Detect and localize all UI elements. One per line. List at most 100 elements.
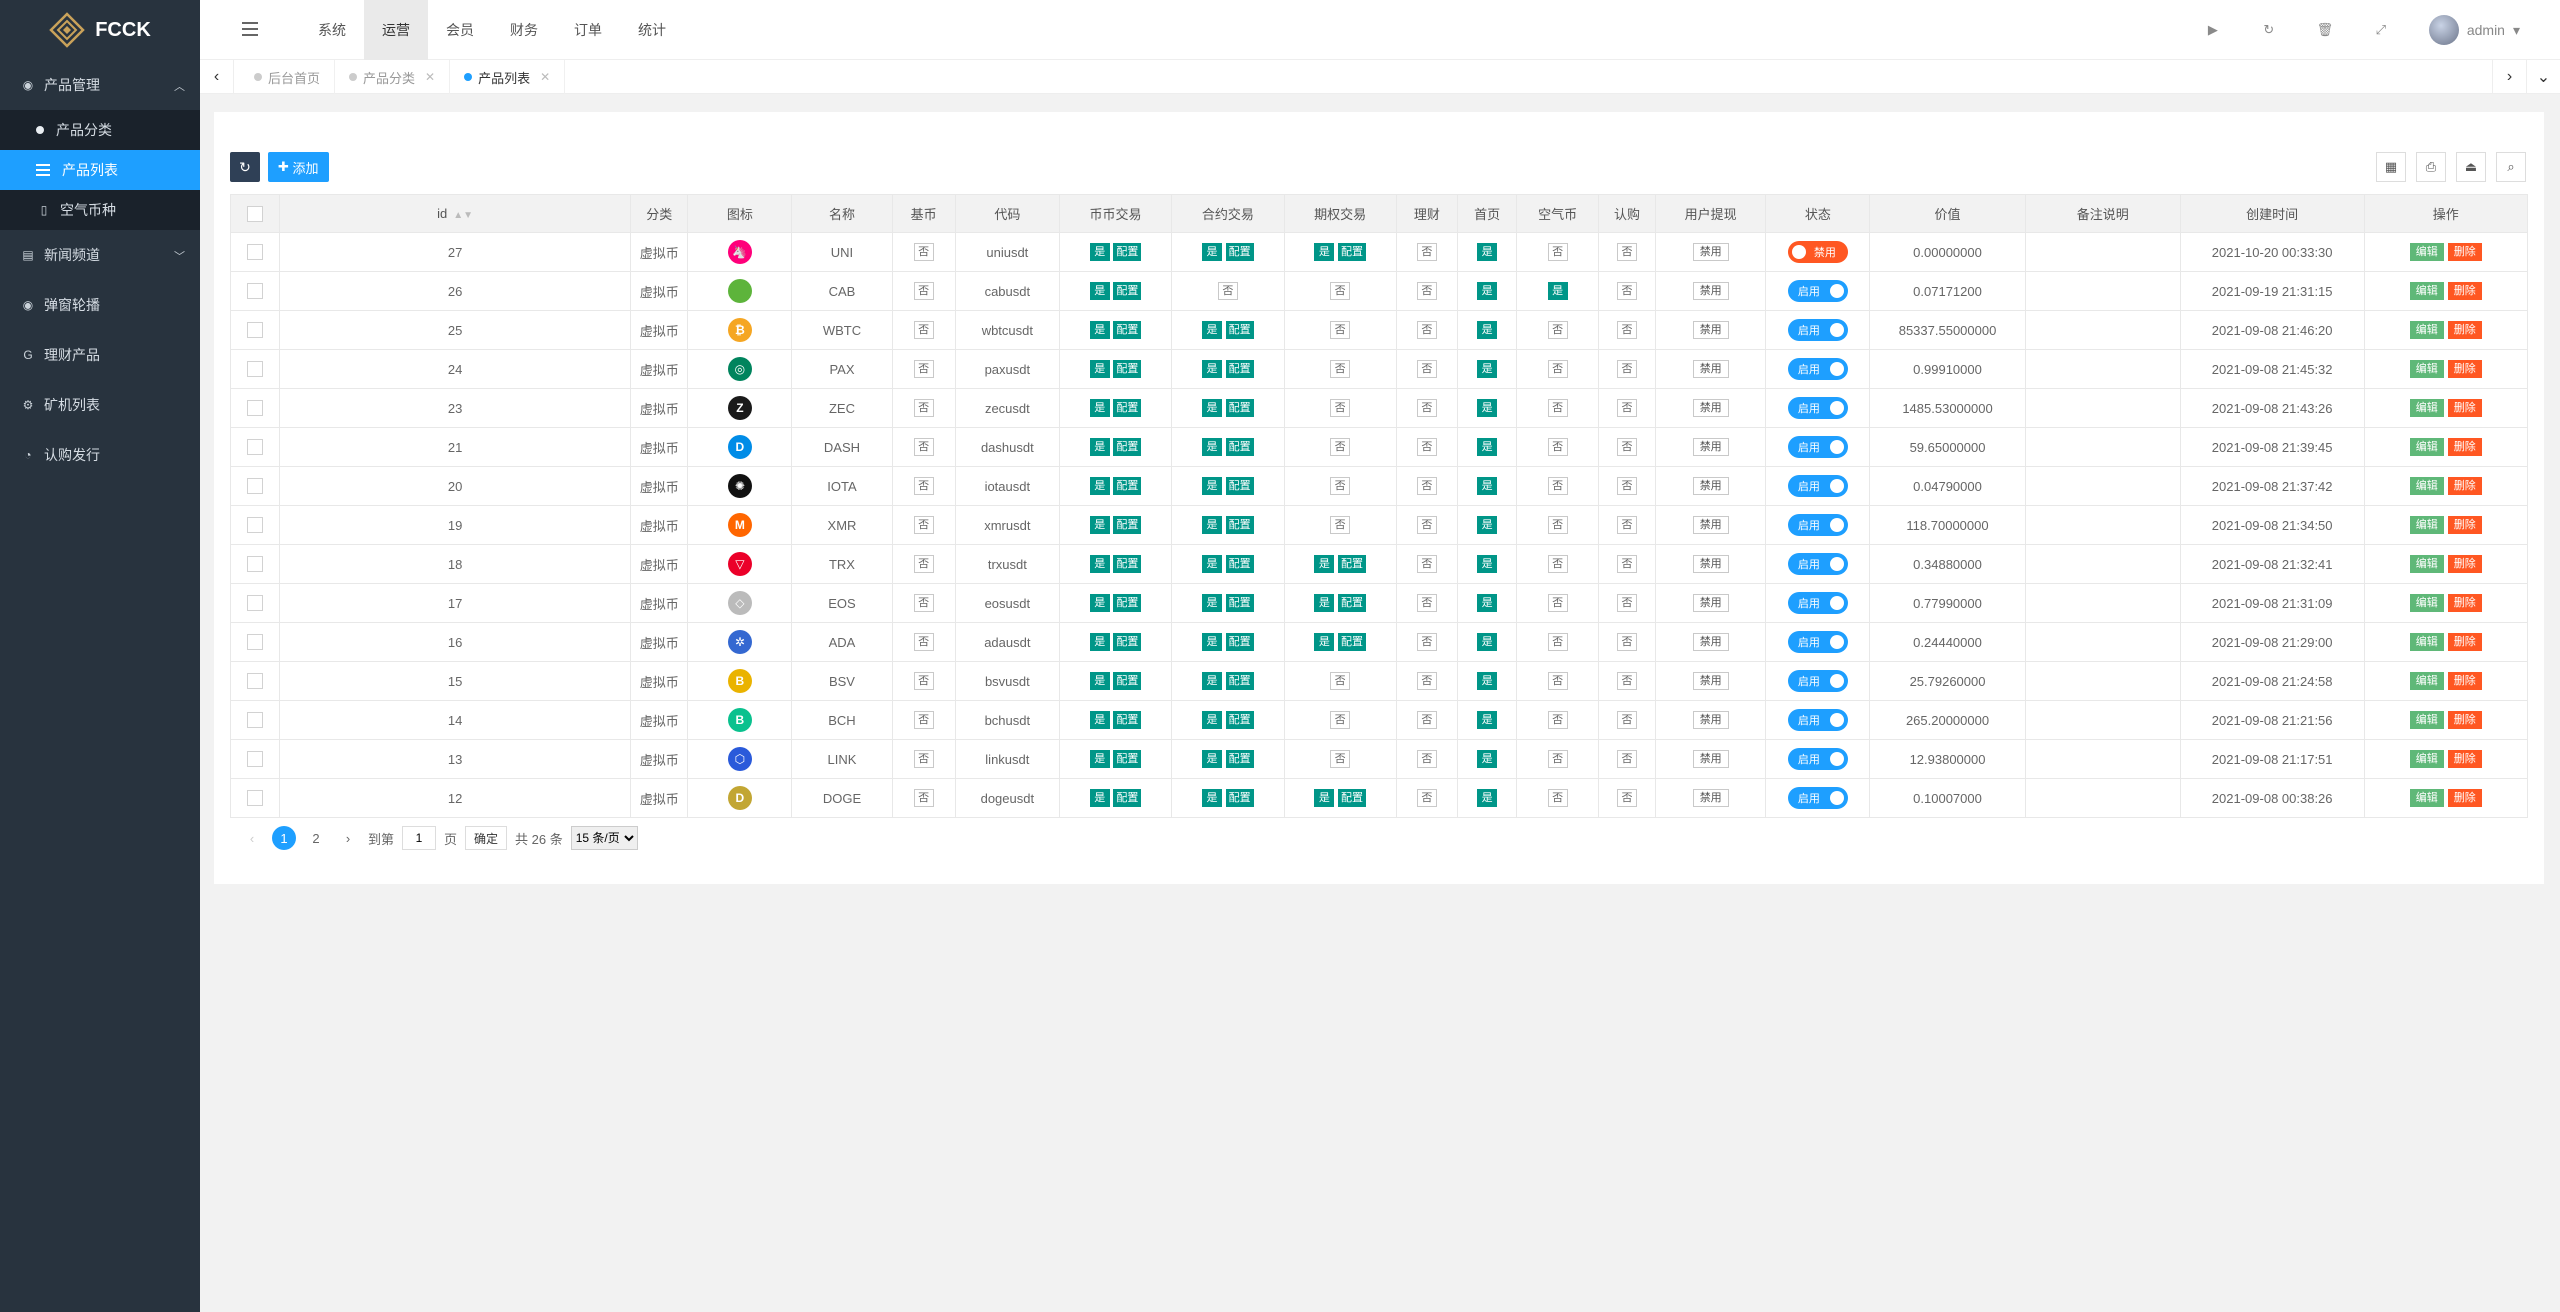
finance-no-badge[interactable]: 否 — [1416, 555, 1437, 573]
subscribe-no-badge[interactable]: 否 — [1616, 633, 1637, 651]
edit-button[interactable]: 编辑 — [2409, 360, 2444, 378]
base-coin-no-badge[interactable]: 否 — [913, 282, 934, 300]
base-coin-no-badge[interactable]: 否 — [913, 555, 934, 573]
page-tab-category[interactable]: 产品分类 ✕ — [335, 60, 451, 94]
withdraw-ban-button[interactable]: 禁用 — [1692, 282, 1729, 300]
spot-yes-badge[interactable]: 是 — [1089, 789, 1110, 807]
spot-yes-badge[interactable]: 是 — [1089, 438, 1110, 456]
spot-config-button[interactable]: 配置 — [1113, 711, 1142, 729]
subscribe-no-badge[interactable]: 否 — [1616, 516, 1637, 534]
subscribe-no-badge[interactable]: 否 — [1616, 555, 1637, 573]
option-yes-badge[interactable]: 是 — [1314, 243, 1335, 261]
status-toggle[interactable]: 启用 — [1787, 670, 1848, 692]
checkbox[interactable] — [247, 790, 263, 807]
edit-button[interactable]: 编辑 — [2409, 555, 2444, 573]
option-yes-badge[interactable]: 是 — [1314, 633, 1335, 651]
option-yes-badge[interactable]: 是 — [1314, 789, 1335, 807]
fullscreen-icon[interactable]: ⤢ — [2373, 22, 2389, 38]
contract-yes-badge[interactable]: 是 — [1202, 477, 1223, 495]
option-no-badge[interactable]: 否 — [1330, 477, 1351, 495]
checkbox[interactable] — [247, 751, 263, 768]
header-select-all[interactable] — [230, 194, 280, 233]
tab-finance[interactable]: 财务 — [492, 0, 556, 60]
edit-button[interactable]: 编辑 — [2409, 750, 2444, 768]
delete-button[interactable]: 删除 — [2447, 438, 2482, 456]
close-icon[interactable]: ✕ — [425, 70, 435, 84]
status-toggle[interactable]: 禁用 — [1787, 241, 1848, 263]
status-toggle[interactable]: 启用 — [1787, 748, 1848, 770]
spot-config-button[interactable]: 配置 — [1113, 672, 1142, 690]
home-yes-badge[interactable]: 是 — [1477, 711, 1498, 729]
row-select[interactable] — [230, 271, 280, 311]
row-select[interactable] — [230, 232, 280, 272]
base-coin-no-badge[interactable]: 否 — [913, 321, 934, 339]
air-no-badge[interactable]: 否 — [1547, 477, 1568, 495]
option-config-button[interactable]: 配置 — [1337, 633, 1366, 651]
status-toggle[interactable]: 启用 — [1787, 592, 1848, 614]
next-page-icon[interactable]: › — [336, 826, 360, 850]
spot-yes-badge[interactable]: 是 — [1089, 750, 1110, 768]
play-icon[interactable]: ▶ — [2205, 22, 2221, 38]
edit-button[interactable]: 编辑 — [2409, 321, 2444, 339]
contract-config-button[interactable]: 配置 — [1225, 789, 1254, 807]
delete-button[interactable]: 删除 — [2447, 555, 2482, 573]
option-no-badge[interactable]: 否 — [1330, 438, 1351, 456]
subscribe-no-badge[interactable]: 否 — [1616, 711, 1637, 729]
contract-yes-badge[interactable]: 是 — [1202, 516, 1223, 534]
spot-yes-badge[interactable]: 是 — [1089, 477, 1110, 495]
home-yes-badge[interactable]: 是 — [1477, 594, 1498, 612]
finance-no-badge[interactable]: 否 — [1416, 516, 1437, 534]
home-yes-badge[interactable]: 是 — [1477, 789, 1498, 807]
page-2[interactable]: 2 — [304, 826, 328, 850]
base-coin-no-badge[interactable]: 否 — [913, 516, 934, 534]
delete-button[interactable]: 删除 — [2447, 516, 2482, 534]
base-coin-no-badge[interactable]: 否 — [913, 477, 934, 495]
goto-page-input[interactable] — [402, 826, 437, 850]
delete-button[interactable]: 删除 — [2447, 594, 2482, 612]
finance-no-badge[interactable]: 否 — [1416, 399, 1437, 417]
edit-button[interactable]: 编辑 — [2409, 399, 2444, 417]
header-cell[interactable]: id ▲▼ — [278, 194, 632, 233]
sidebar-group-product[interactable]: ◉ 产品管理 ︿ — [0, 60, 200, 110]
air-no-badge[interactable]: 否 — [1547, 633, 1568, 651]
contract-config-button[interactable]: 配置 — [1225, 750, 1254, 768]
row-select[interactable] — [230, 427, 280, 467]
sidebar-item-product-list[interactable]: 产品列表 — [0, 150, 200, 190]
option-yes-badge[interactable]: 是 — [1314, 555, 1335, 573]
option-config-button[interactable]: 配置 — [1337, 555, 1366, 573]
row-select[interactable] — [230, 466, 280, 506]
spot-yes-badge[interactable]: 是 — [1089, 672, 1110, 690]
spot-yes-badge[interactable]: 是 — [1089, 711, 1110, 729]
spot-config-button[interactable]: 配置 — [1113, 477, 1142, 495]
contract-config-button[interactable]: 配置 — [1225, 594, 1254, 612]
status-toggle[interactable]: 启用 — [1787, 436, 1848, 458]
status-toggle[interactable]: 启用 — [1787, 514, 1848, 536]
refresh-button[interactable]: ↻ — [230, 152, 260, 182]
air-no-badge[interactable]: 否 — [1547, 672, 1568, 690]
withdraw-ban-button[interactable]: 禁用 — [1692, 594, 1729, 612]
status-toggle[interactable]: 启用 — [1787, 475, 1848, 497]
tab-statistics[interactable]: 统计 — [620, 0, 684, 60]
spot-config-button[interactable]: 配置 — [1113, 633, 1142, 651]
checkbox[interactable] — [247, 673, 263, 690]
option-no-badge[interactable]: 否 — [1330, 711, 1351, 729]
spot-config-button[interactable]: 配置 — [1113, 555, 1142, 573]
spot-config-button[interactable]: 配置 — [1113, 360, 1142, 378]
delete-button[interactable]: 删除 — [2447, 321, 2482, 339]
withdraw-ban-button[interactable]: 禁用 — [1692, 438, 1729, 456]
print-icon[interactable]: ⎙ — [2416, 152, 2446, 182]
contract-yes-badge[interactable]: 是 — [1202, 672, 1223, 690]
delete-button[interactable]: 删除 — [2447, 243, 2482, 261]
finance-no-badge[interactable]: 否 — [1416, 243, 1437, 261]
edit-button[interactable]: 编辑 — [2409, 633, 2444, 651]
row-select[interactable] — [230, 661, 280, 701]
row-select[interactable] — [230, 388, 280, 428]
user-menu[interactable]: admin ▾ — [2428, 15, 2520, 45]
delete-button[interactable]: 删除 — [2447, 399, 2482, 417]
menu-toggle-icon[interactable] — [242, 22, 258, 36]
edit-button[interactable]: 编辑 — [2409, 477, 2444, 495]
delete-button[interactable]: 删除 — [2447, 282, 2482, 300]
checkbox[interactable] — [247, 244, 263, 261]
withdraw-ban-button[interactable]: 禁用 — [1692, 750, 1729, 768]
home-yes-badge[interactable]: 是 — [1477, 243, 1498, 261]
